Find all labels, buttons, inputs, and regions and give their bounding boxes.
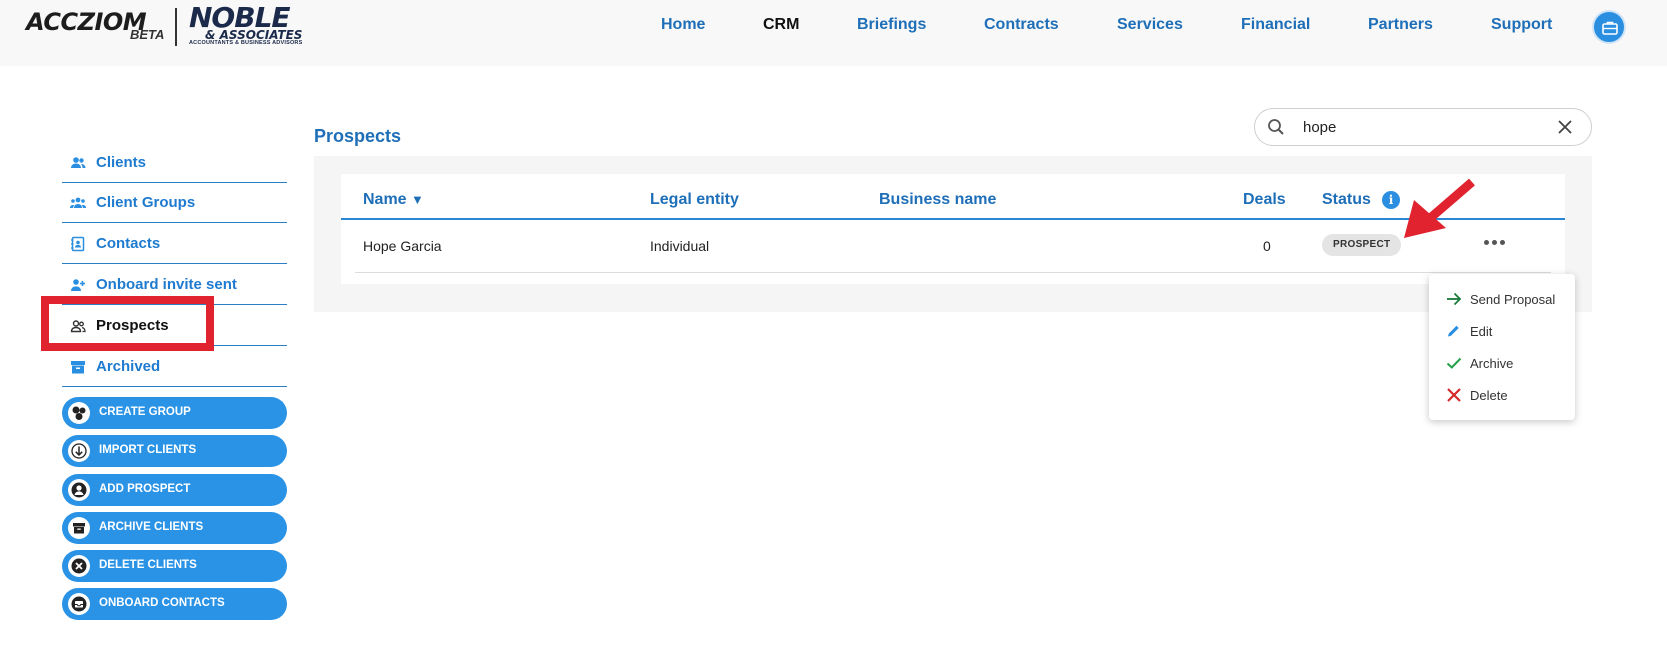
users-icon xyxy=(71,157,86,168)
create-group-button[interactable]: CREATE GROUP xyxy=(62,397,287,429)
archive-icon xyxy=(73,523,85,534)
add-prospect-button[interactable]: ADD PROSPECT xyxy=(62,474,287,506)
inbox-icon xyxy=(71,596,87,612)
user-plus-icon xyxy=(71,279,85,291)
sidebar-item-label: Clients xyxy=(96,154,147,171)
archive-box-icon xyxy=(71,361,85,374)
nav-home[interactable]: Home xyxy=(661,16,705,34)
column-header-name[interactable]: Name ▼ xyxy=(363,191,424,209)
delete-clients-button[interactable]: DELETE CLIENTS xyxy=(62,550,287,582)
profile-button[interactable] xyxy=(1592,10,1626,44)
cell-legal-entity: Individual xyxy=(650,238,710,254)
onboard-contacts-button[interactable]: ONBOARD CONTACTS xyxy=(62,588,287,620)
column-header-deals[interactable]: Deals xyxy=(1243,191,1286,209)
group-circles-icon xyxy=(72,406,86,420)
briefcase-icon xyxy=(1602,21,1618,35)
menu-item-send-proposal[interactable]: Send Proposal xyxy=(1429,284,1575,314)
check-icon xyxy=(1446,357,1462,369)
search-icon xyxy=(1268,119,1284,135)
column-header-status[interactable]: Status xyxy=(1322,191,1371,209)
menu-item-delete[interactable]: Delete xyxy=(1429,380,1575,410)
nav-financial[interactable]: Financial xyxy=(1241,16,1310,34)
nav-briefings[interactable]: Briefings xyxy=(857,16,926,34)
menu-item-edit[interactable]: Edit xyxy=(1429,316,1575,346)
top-bar: ACCZIOM BETA NOBLE & ASSOCIATES ACCOUNTA… xyxy=(0,0,1667,66)
arrow-right-icon xyxy=(1447,292,1462,306)
person-icon xyxy=(71,482,87,498)
sidebar-item-label: Contacts xyxy=(96,235,161,252)
column-header-business-name[interactable]: Business name xyxy=(879,191,996,209)
sort-down-icon: ▼ xyxy=(411,192,424,207)
cell-deals: 0 xyxy=(1263,238,1271,254)
highlight-box xyxy=(41,296,214,351)
logo-tagline: ACCOUNTANTS & BUSINESS ADVISORS xyxy=(189,40,303,46)
sidebar-item-client-groups[interactable]: Client Groups xyxy=(62,183,287,223)
logo-divider xyxy=(175,8,177,46)
logo-beta: BETA xyxy=(130,27,165,42)
page-title: Prospects xyxy=(314,126,402,146)
sidebar-item-label: Onboard invite sent xyxy=(96,276,237,293)
info-icon[interactable]: i xyxy=(1382,191,1400,209)
archive-clients-button[interactable]: ARCHIVE CLIENTS xyxy=(62,512,287,544)
annotation-arrow-icon xyxy=(1404,178,1475,238)
search-input[interactable] xyxy=(1303,117,1533,137)
nav-support[interactable]: Support xyxy=(1491,16,1552,34)
sidebar-item-contacts[interactable]: Contacts xyxy=(62,224,287,264)
x-icon xyxy=(1447,388,1461,402)
nav-partners[interactable]: Partners xyxy=(1368,16,1433,34)
sidebar-item-archived[interactable]: Archived xyxy=(62,347,287,387)
cell-name[interactable]: Hope Garcia xyxy=(363,238,442,254)
x-icon xyxy=(71,558,87,574)
pencil-icon xyxy=(1448,325,1459,337)
nav-contracts[interactable]: Contracts xyxy=(984,16,1059,34)
nav-services[interactable]: Services xyxy=(1117,16,1183,34)
more-options-icon[interactable] xyxy=(1484,232,1508,252)
logo-accziom[interactable]: ACCZIOM xyxy=(26,8,147,36)
close-icon[interactable] xyxy=(1557,119,1573,135)
row-divider xyxy=(355,272,1551,273)
contact-book-icon xyxy=(71,236,85,252)
search-box[interactable] xyxy=(1254,108,1592,146)
status-badge: PROSPECT xyxy=(1322,234,1402,256)
nav-crm[interactable]: CRM xyxy=(763,16,799,34)
sidebar-item-label: Client Groups xyxy=(96,194,196,211)
menu-item-archive[interactable]: Archive xyxy=(1429,348,1575,378)
sidebar-item-clients[interactable]: Clients xyxy=(62,143,287,183)
arrow-down-icon xyxy=(71,443,87,459)
user-group-icon xyxy=(70,197,86,208)
column-header-legal-entity[interactable]: Legal entity xyxy=(650,191,739,209)
header-divider xyxy=(341,218,1565,220)
import-clients-button[interactable]: IMPORT CLIENTS xyxy=(62,435,287,467)
sidebar-item-label: Archived xyxy=(96,358,161,375)
row-action-menu: Send Proposal Edit Archive Delete xyxy=(1429,274,1575,420)
prospects-table: Name ▼ Legal entity Business name Deals … xyxy=(341,174,1565,284)
